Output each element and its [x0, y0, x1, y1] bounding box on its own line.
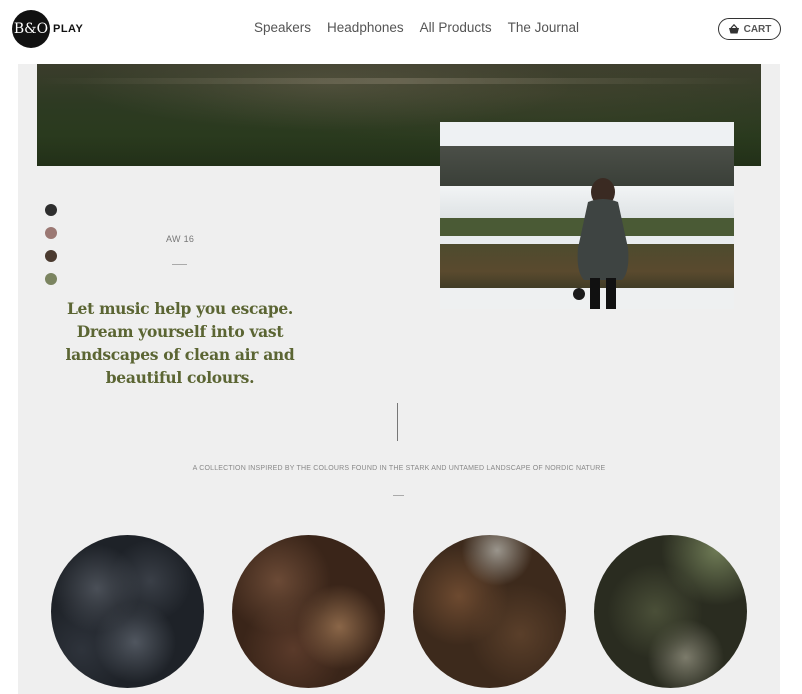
nav-item-speakers[interactable]: Speakers — [254, 20, 311, 35]
season-label: AW 16 — [166, 234, 195, 244]
cart-label: CART — [743, 23, 772, 35]
nav-item-headphones[interactable]: Headphones — [327, 20, 404, 35]
swatch-dot[interactable] — [45, 227, 57, 239]
site-header: B&O PLAY Speakers Headphones All Product… — [0, 0, 802, 64]
texture-circle-rock[interactable] — [51, 535, 204, 688]
basket-icon — [728, 24, 739, 34]
logo-mark: B&O — [12, 10, 50, 48]
swatch-dot[interactable] — [45, 273, 57, 285]
main-nav: Speakers Headphones All Products The Jou… — [254, 20, 579, 35]
divider — [172, 264, 187, 265]
collection-tagline: A COLLECTION INSPIRED BY THE COLOURS FOU… — [192, 465, 606, 472]
person-figure — [573, 178, 629, 309]
vertical-divider — [397, 403, 398, 441]
cart-button[interactable]: CART — [718, 18, 781, 40]
nav-item-journal[interactable]: The Journal — [508, 20, 579, 35]
collection-headline: Let music help you escape. Dream yoursel… — [65, 299, 295, 387]
nav-item-all-products[interactable]: All Products — [420, 20, 492, 35]
color-swatches — [45, 204, 57, 285]
swatch-dot[interactable] — [45, 204, 57, 216]
hero-texture — [37, 78, 761, 84]
swatch-dot[interactable] — [45, 250, 57, 262]
divider — [393, 495, 404, 496]
brand-logo[interactable]: B&O PLAY — [12, 10, 83, 48]
texture-circle-lichen[interactable] — [594, 535, 747, 688]
texture-circle-earth[interactable] — [232, 535, 385, 688]
texture-circle-moss-rock[interactable] — [413, 535, 566, 688]
logo-suffix: PLAY — [53, 23, 84, 35]
